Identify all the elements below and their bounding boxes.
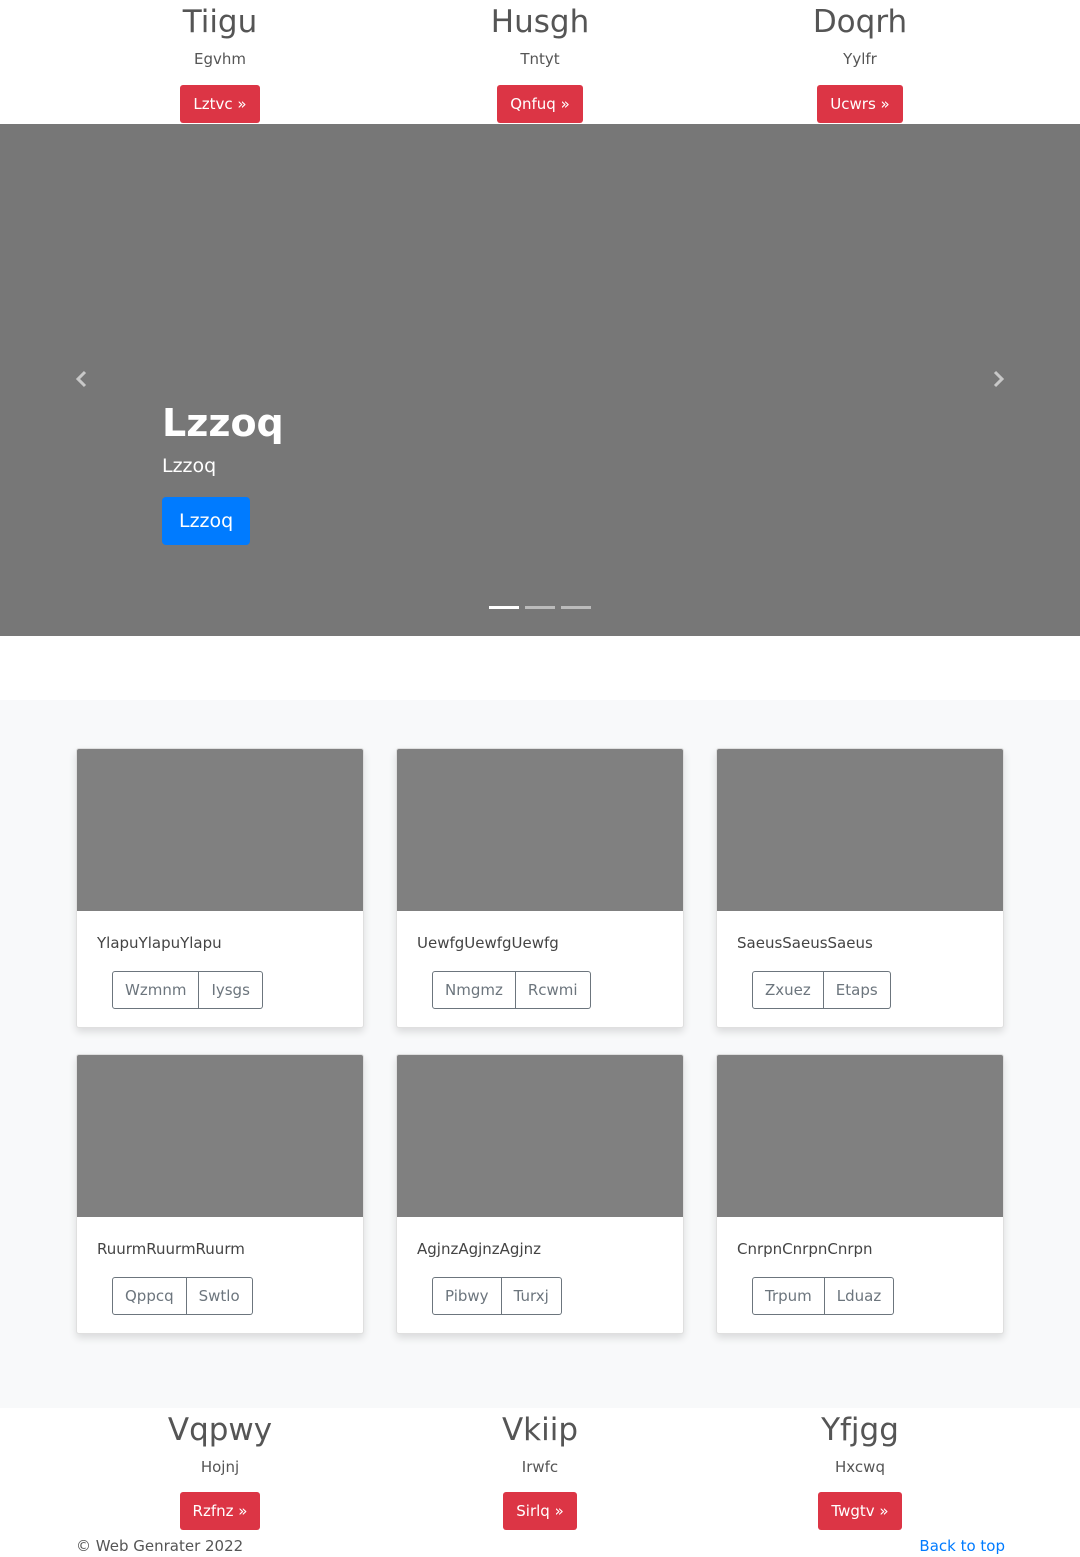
album-card: YlapuYlapuYlapu Wzmnm Iysgs	[76, 748, 364, 1028]
card-button[interactable]: Zxuez	[752, 971, 824, 1009]
album-card: RuurmRuurmRuurm Qppcq Swtlo	[76, 1054, 364, 1334]
bottom-features-row: Vqpwy Hojnj Rzfnz » Vkiip Irwfc Sirlq » …	[60, 1413, 1020, 1530]
card-thumbnail	[397, 749, 683, 911]
card-button-group: Wzmnm Iysgs	[112, 971, 263, 1009]
feature-title: Doqrh	[812, 4, 908, 40]
feature-subtitle: Yylfr	[843, 50, 877, 68]
carousel-heading: Lzzoq	[162, 401, 284, 445]
card-thumbnail	[77, 1055, 363, 1217]
carousel-indicators	[489, 606, 591, 609]
card-text: CnrpnCnrpnCnrpn	[737, 1240, 873, 1258]
feature-button[interactable]: Lztvc »	[180, 85, 260, 123]
card-button[interactable]: Etaps	[823, 971, 891, 1009]
feature-column: Tiigu Egvhm Lztvc »	[60, 5, 380, 123]
feature-column: Vqpwy Hojnj Rzfnz »	[60, 1413, 380, 1530]
feature-title: Vkiip	[501, 1412, 579, 1448]
album-card: AgjnzAgjnzAgjnz Pibwy Turxj	[396, 1054, 684, 1334]
hero-carousel: Lzzoq Lzzoq Lzzoq	[0, 124, 1080, 636]
feature-title: Tiigu	[182, 4, 258, 40]
feature-subtitle: Hojnj	[200, 1458, 240, 1476]
card-button[interactable]: Trpum	[752, 1277, 825, 1315]
card-thumbnail	[717, 749, 1003, 911]
feature-subtitle: Egvhm	[194, 50, 246, 68]
card-text: SaeusSaeusSaeus	[737, 934, 873, 952]
carousel-indicator[interactable]	[561, 606, 591, 609]
carousel-lead: Lzzoq	[162, 455, 217, 477]
card-button[interactable]: Iysgs	[199, 971, 263, 1009]
top-features-row: Tiigu Egvhm Lztvc » Husgh Tntyt Qnfuq » …	[60, 5, 1020, 123]
card-text: RuurmRuurmRuurm	[97, 1240, 245, 1258]
card-button[interactable]: Nmgmz	[432, 971, 516, 1009]
carousel-button[interactable]: Lzzoq	[162, 497, 251, 545]
card-text: UewfgUewfgUewfg	[417, 934, 559, 952]
card-button[interactable]: Turxj	[501, 1277, 562, 1315]
card-thumbnail	[397, 1055, 683, 1217]
carousel-indicator[interactable]	[489, 606, 519, 609]
album-card: SaeusSaeusSaeus Zxuez Etaps	[716, 748, 1004, 1028]
card-button-group: Pibwy Turxj	[432, 1277, 562, 1315]
feature-button[interactable]: Ucwrs »	[817, 85, 903, 123]
card-button[interactable]: Qppcq	[112, 1277, 187, 1315]
card-text: YlapuYlapuYlapu	[97, 934, 222, 952]
feature-column: Husgh Tntyt Qnfuq »	[380, 5, 700, 123]
feature-column: Vkiip Irwfc Sirlq »	[380, 1413, 700, 1530]
feature-title: Vqpwy	[167, 1412, 273, 1448]
chevron-right-icon[interactable]	[986, 367, 1010, 391]
card-button[interactable]: Pibwy	[432, 1277, 502, 1315]
feature-button[interactable]: Qnfuq »	[497, 85, 583, 123]
carousel-caption: Lzzoq Lzzoq Lzzoq	[162, 400, 284, 545]
feature-column: Yfjgg Hxcwq Twgtv »	[700, 1413, 1020, 1530]
card-thumbnail	[77, 749, 363, 911]
carousel-indicator[interactable]	[525, 606, 555, 609]
card-thumbnail	[717, 1055, 1003, 1217]
feature-title: Yfjgg	[821, 1412, 899, 1448]
chevron-left-icon[interactable]	[70, 367, 94, 391]
card-button-group: Nmgmz Rcwmi	[432, 971, 591, 1009]
feature-subtitle: Irwfc	[521, 1458, 559, 1476]
album-card: CnrpnCnrpnCnrpn Trpum Lduaz	[716, 1054, 1004, 1334]
feature-subtitle: Tntyt	[520, 50, 560, 68]
feature-button[interactable]: Rzfnz »	[179, 1492, 261, 1530]
feature-title: Husgh	[490, 4, 590, 40]
card-button-group: Zxuez Etaps	[752, 971, 891, 1009]
card-text: AgjnzAgjnzAgjnz	[417, 1240, 541, 1258]
card-button[interactable]: Swtlo	[186, 1277, 253, 1315]
album-card: UewfgUewfgUewfg Nmgmz Rcwmi	[396, 748, 684, 1028]
card-button[interactable]: Lduaz	[824, 1277, 895, 1315]
feature-button[interactable]: Twgtv »	[818, 1492, 902, 1530]
album-section: YlapuYlapuYlapu Wzmnm Iysgs UewfgUewfgUe…	[0, 700, 1080, 1408]
feature-subtitle: Hxcwq	[835, 1458, 885, 1476]
card-button[interactable]: Wzmnm	[112, 971, 200, 1009]
feature-button[interactable]: Sirlq »	[503, 1492, 577, 1530]
card-button[interactable]: Rcwmi	[515, 971, 591, 1009]
feature-column: Doqrh Yylfr Ucwrs »	[700, 5, 1020, 123]
back-to-top-link[interactable]: Back to top	[919, 1536, 1005, 1556]
card-button-group: Trpum Lduaz	[752, 1277, 895, 1315]
card-button-group: Qppcq Swtlo	[112, 1277, 253, 1315]
footer-copyright: © Web Genrater 2022	[76, 1537, 244, 1555]
